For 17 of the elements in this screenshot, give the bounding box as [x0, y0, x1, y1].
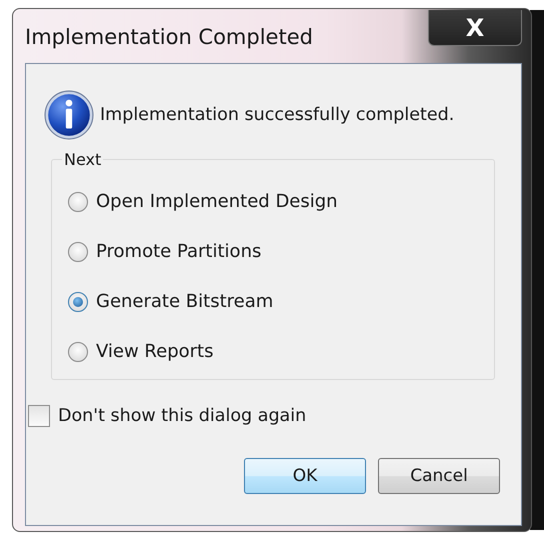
- cancel-button[interactable]: Cancel: [378, 458, 500, 494]
- ok-button[interactable]: OK: [244, 458, 366, 494]
- radio-button[interactable]: [68, 292, 88, 312]
- info-icon: [44, 90, 94, 140]
- radio-label[interactable]: Open Implemented Design: [96, 191, 338, 212]
- radio-button[interactable]: [68, 192, 88, 212]
- radio-label[interactable]: View Reports: [96, 341, 214, 362]
- checkbox[interactable]: [28, 405, 50, 427]
- close-button[interactable]: X: [428, 10, 522, 46]
- group-label: Next: [63, 150, 102, 169]
- radio-button[interactable]: [68, 242, 88, 262]
- message-text: Implementation successfully completed.: [100, 105, 454, 125]
- checkbox-label[interactable]: Don't show this dialog again: [58, 406, 306, 426]
- radio-button[interactable]: [68, 342, 88, 362]
- radio-label[interactable]: Generate Bitstream: [96, 291, 274, 312]
- window-title: Implementation Completed: [25, 25, 313, 49]
- radio-label[interactable]: Promote Partitions: [96, 241, 262, 262]
